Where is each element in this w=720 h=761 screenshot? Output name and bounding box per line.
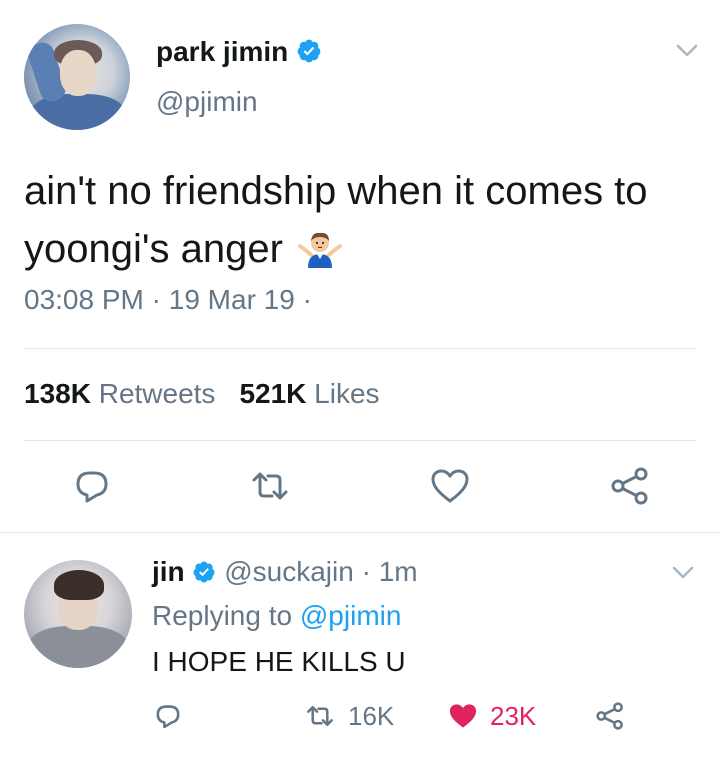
replying-to-label: Replying to	[152, 600, 293, 631]
meta-separator: ·	[143, 284, 169, 315]
retweets-count: 138K	[24, 378, 91, 409]
reply-icon	[76, 471, 108, 503]
heart-filled-icon	[449, 704, 477, 728]
verified-badge-icon	[296, 38, 322, 71]
reply-retweet-button[interactable]: 16K	[302, 700, 394, 732]
divider	[24, 348, 696, 349]
replying-to-line: Replying to @pjimin	[152, 600, 401, 632]
reply-avatar[interactable]	[24, 560, 132, 668]
reply-text: I HOPE HE KILLS U	[152, 646, 406, 677]
likes-label: Likes	[314, 378, 380, 409]
verified-badge-icon	[192, 559, 216, 591]
author-name-text[interactable]: park jimin	[156, 36, 288, 67]
reply-author-handle[interactable]: @suckajin	[224, 556, 354, 587]
reply-author[interactable]: jin @suckajin · 1m	[152, 556, 418, 591]
share-icon	[611, 467, 648, 505]
reply-menu-chevron-down-icon[interactable]	[672, 566, 694, 585]
reply-button[interactable]	[70, 464, 114, 513]
reply-reply-button[interactable]	[152, 700, 184, 732]
reply-like-count: 23K	[490, 700, 537, 731]
like-button[interactable]	[428, 464, 472, 513]
tweet-timestamp[interactable]: 03:08 PM · 19 Mar 19 ·	[24, 284, 312, 316]
divider	[0, 532, 720, 533]
reply-icon	[156, 705, 180, 729]
shrug-person-emoji-icon	[298, 226, 343, 284]
tweet-author-name[interactable]: park jimin	[156, 36, 322, 71]
heart-icon	[431, 469, 469, 503]
tweet-time: 03:08 PM	[24, 284, 144, 315]
tweet-stats: 138K Retweets 521K Likes	[24, 378, 380, 410]
retweet-button[interactable]	[248, 464, 292, 513]
divider	[24, 440, 696, 441]
replying-to-mention[interactable]: @pjimin	[300, 600, 402, 631]
meta-separator: ·	[294, 284, 312, 315]
reply-share-button[interactable]	[594, 700, 626, 732]
share-icon	[596, 702, 623, 730]
retweets-label: Retweets	[98, 378, 216, 409]
share-button[interactable]	[608, 464, 652, 513]
likes-count: 521K	[239, 378, 307, 409]
reply-retweet-count: 16K	[348, 700, 395, 731]
retweets-stat[interactable]: 138K Retweets	[24, 378, 215, 409]
likes-stat[interactable]: 521K Likes	[239, 378, 379, 409]
tweet-menu-chevron-down-icon[interactable]	[676, 44, 698, 63]
reply-age: · 1m	[361, 556, 418, 587]
tweet-date: 19 Mar 19	[168, 284, 295, 315]
retweet-icon	[252, 472, 288, 500]
avatar[interactable]	[24, 24, 130, 130]
tweet-text: ain't no friendship when it comes to yoo…	[24, 162, 704, 284]
retweet-icon	[307, 706, 333, 726]
reply-author-name[interactable]: jin	[152, 556, 185, 587]
tweet-author-handle[interactable]: @pjimin	[156, 86, 258, 118]
reply-like-button[interactable]: 23K	[446, 700, 536, 732]
